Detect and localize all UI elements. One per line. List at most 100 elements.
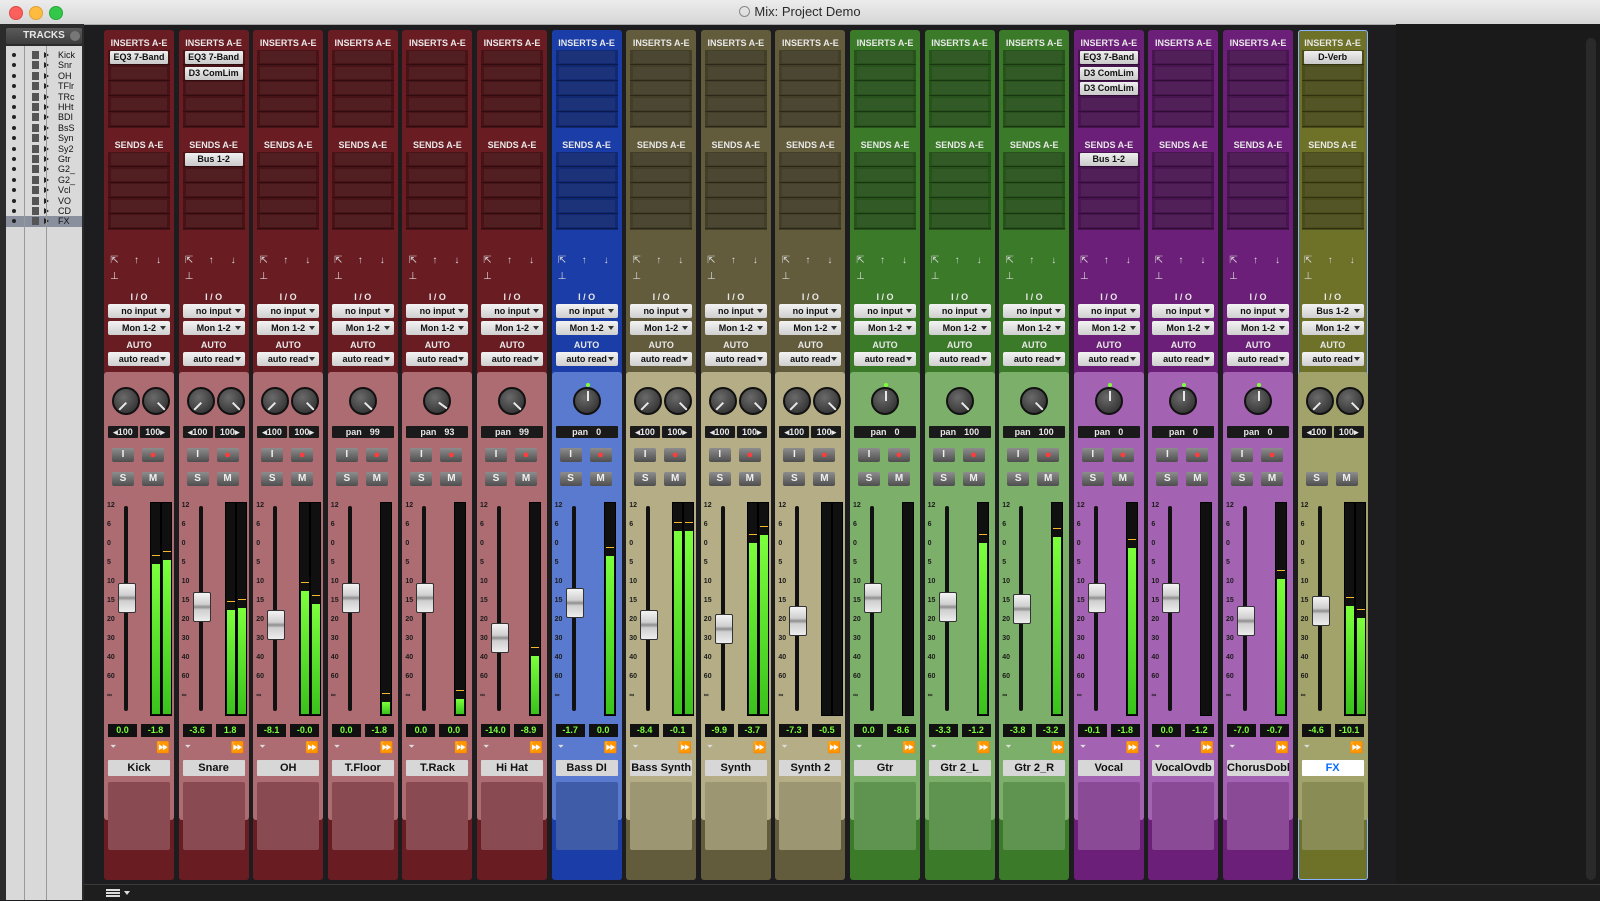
fast-forward-icon[interactable]: ⏩ [305, 742, 319, 754]
insert-slot-empty[interactable] [1155, 51, 1212, 63]
send-slot-empty[interactable] [707, 153, 764, 165]
send-slot[interactable] [108, 199, 170, 214]
send-slot-empty[interactable] [931, 184, 988, 196]
insert-slot-empty[interactable] [633, 66, 690, 79]
group-triangle-icon[interactable]: ⏷ [185, 743, 193, 751]
send-slot[interactable] [406, 214, 469, 229]
arrow-down-icon[interactable]: ↓ [602, 256, 611, 266]
output-selector[interactable]: Mon 1-2 [1077, 321, 1140, 335]
insert-slot-empty[interactable] [334, 97, 391, 110]
pan-knob-left[interactable] [708, 387, 737, 415]
insert-slot-empty[interactable] [484, 66, 540, 79]
record-arm-button[interactable]: ● [440, 448, 463, 462]
insert-slot-empty[interactable] [558, 51, 615, 63]
insert-slot-empty[interactable] [857, 113, 913, 125]
insert-slot[interactable] [182, 97, 245, 112]
volume-fader[interactable] [1013, 593, 1032, 624]
track-comments-box[interactable] [779, 782, 842, 850]
record-arm-button[interactable]: ● [1037, 448, 1060, 462]
track-active-dot-icon[interactable] [12, 84, 16, 89]
record-arm-button[interactable]: ● [291, 448, 314, 462]
pan-knob-right[interactable] [291, 387, 320, 415]
group-triangle-icon[interactable]: ⏷ [1080, 743, 1088, 751]
solo-button[interactable]: S [559, 472, 582, 486]
input-selector[interactable]: no input [257, 304, 320, 318]
send-slot-empty[interactable] [334, 153, 391, 165]
pan-knob[interactable] [871, 383, 899, 415]
track-comments-box[interactable] [928, 782, 991, 850]
input-monitor-button[interactable]: I [261, 448, 284, 462]
record-arm-button[interactable]: ● [738, 448, 761, 462]
insert-slot-empty[interactable] [185, 97, 242, 110]
send-slot[interactable] [704, 152, 767, 167]
insert-slot-empty[interactable] [1304, 113, 1361, 125]
volume-fader[interactable] [416, 583, 435, 613]
automation-mode-selector[interactable]: auto read [928, 352, 991, 366]
insert-plugin-button[interactable]: D-Verb [1303, 51, 1362, 64]
send-slot-empty[interactable] [1230, 153, 1286, 165]
input-selector[interactable]: no input [108, 304, 170, 318]
arrow-up-icon[interactable]: ↑ [505, 256, 514, 266]
pan-knob[interactable] [572, 383, 601, 415]
send-slot[interactable] [331, 183, 394, 198]
send-slot-empty[interactable] [1155, 199, 1212, 212]
send-slot[interactable] [779, 183, 842, 198]
insert-slot-empty[interactable] [707, 66, 764, 79]
track-comments-box[interactable] [108, 782, 170, 850]
send-slot-empty[interactable] [707, 184, 764, 196]
send-slot-empty[interactable] [409, 184, 466, 196]
insert-slot-empty[interactable] [334, 66, 391, 79]
insert-slot-empty[interactable] [1155, 97, 1212, 110]
insert-slot-empty[interactable] [782, 66, 839, 79]
output-selector[interactable]: Mon 1-2 [331, 321, 394, 335]
send-slot-empty[interactable] [1304, 184, 1361, 196]
insert-plugin-button[interactable]: D3 ComLim [1079, 66, 1138, 80]
mute-button[interactable]: M [888, 472, 910, 486]
send-slot[interactable] [257, 152, 320, 167]
insert-slot-empty[interactable] [633, 97, 690, 110]
insert-slot[interactable] [779, 81, 842, 96]
track-visible-icon[interactable] [32, 186, 39, 195]
input-selector[interactable]: no input [406, 304, 469, 318]
solo-button[interactable]: S [410, 472, 433, 486]
track-active-dot-icon[interactable] [12, 63, 16, 68]
insert-slot[interactable] [406, 112, 469, 127]
send-slot-empty[interactable] [782, 215, 839, 227]
send-slot[interactable] [928, 152, 991, 167]
send-slot-empty[interactable] [111, 215, 167, 227]
insert-slot-empty[interactable] [558, 82, 615, 94]
pan-knob-left[interactable] [783, 387, 812, 415]
send-slot[interactable] [1227, 214, 1289, 229]
insert-slot[interactable] [182, 112, 245, 127]
insert-slot[interactable] [331, 50, 394, 65]
send-slot[interactable] [182, 199, 245, 214]
insert-slot-empty[interactable] [484, 82, 540, 94]
insert-slot[interactable] [1227, 66, 1289, 81]
arrow-up-icon[interactable]: ↑ [1102, 256, 1111, 266]
send-slot[interactable] [779, 168, 842, 183]
insert-slot-empty[interactable] [707, 51, 764, 63]
send-slot[interactable] [1301, 152, 1364, 167]
record-arm-button[interactable]: ● [664, 448, 687, 462]
send-slot[interactable] [406, 168, 469, 183]
track-name-button[interactable]: OH [257, 760, 320, 776]
input-monitor-button[interactable]: I [783, 448, 806, 462]
insert-slot-empty[interactable] [931, 66, 988, 79]
track-name-button[interactable]: VocalOvdb [1152, 760, 1215, 776]
send-slot-empty[interactable] [484, 153, 540, 165]
send-slot-empty[interactable] [857, 215, 913, 227]
track-name-button[interactable]: Gtr 2_L [928, 760, 991, 776]
send-slot[interactable] [1152, 168, 1215, 183]
insert-slot[interactable]: EQ3 7-Band [1077, 50, 1140, 65]
insert-slot[interactable] [257, 66, 320, 81]
insert-slot-empty[interactable] [334, 113, 391, 125]
send-slot[interactable] [555, 199, 618, 214]
track-visible-icon[interactable] [32, 71, 39, 80]
insert-slot-empty[interactable] [334, 51, 391, 63]
solo-button[interactable]: S [783, 472, 806, 486]
send-slot-empty[interactable] [1006, 153, 1063, 165]
insert-slot[interactable] [928, 66, 991, 81]
input-monitor-button[interactable]: I [1231, 448, 1253, 462]
insert-slot[interactable] [1077, 97, 1140, 112]
insert-slot[interactable] [1301, 81, 1364, 96]
